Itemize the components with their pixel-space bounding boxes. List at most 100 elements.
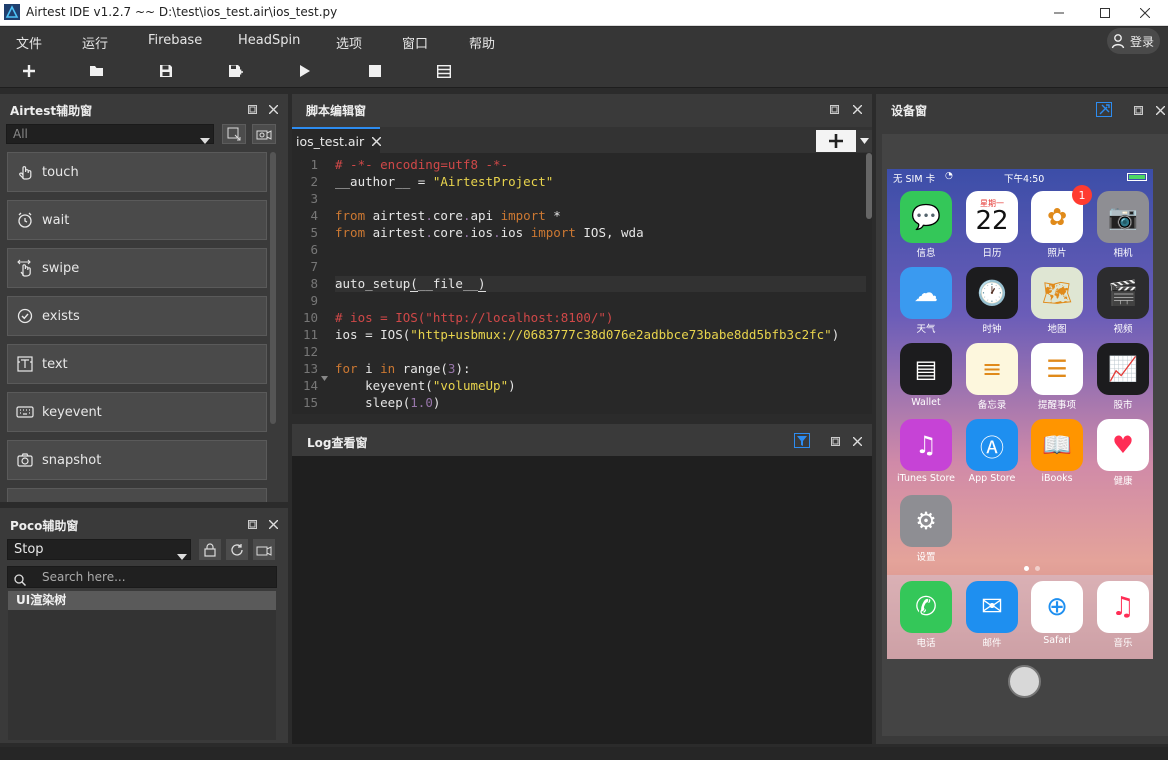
notification-badge: 1 bbox=[1072, 185, 1092, 205]
wifi-icon: ◔ bbox=[945, 171, 953, 181]
app-icon-1[interactable]: 💬 信息 bbox=[897, 191, 955, 259]
airtest-assistant-panel: Airtest辅助窗 All touch wait swipe exists t… bbox=[0, 94, 288, 502]
app-label: 健康 bbox=[1113, 476, 1133, 487]
app-icon-5[interactable]: ☁ 天气 bbox=[897, 267, 955, 335]
code-area[interactable]: 1 # -*- encoding=utf8 -*- 2 __author__ = "A… bbox=[292, 153, 872, 414]
line-number: 13 bbox=[302, 361, 318, 376]
menu-firebase[interactable]: Firebase bbox=[148, 33, 202, 48]
dock-app-4[interactable]: ♫ 音乐 bbox=[1094, 581, 1152, 649]
app-icon-13[interactable]: ♫ iTunes Store bbox=[897, 419, 955, 484]
close-tab-icon[interactable] bbox=[372, 136, 382, 146]
app-label: App Store bbox=[968, 473, 1016, 484]
dock: ✆ 电话 ✉ 邮件 ⊕ Safari ♫ 音乐 bbox=[887, 575, 1153, 659]
airtest-scrollbar[interactable] bbox=[270, 152, 276, 424]
app-icon-2[interactable]: 星期一 22 日历 bbox=[963, 191, 1021, 259]
app-glyph-icon: ≡ bbox=[966, 343, 1018, 395]
device-panel: 设备窗 无 SIM 卡 ◔ 下午4:50 ✆ 电话 ✉ 邮件 ⊕ Safari ♫ 音乐 💬 信… bbox=[876, 94, 1168, 744]
app-icon-6[interactable]: 🕐 时钟 bbox=[963, 267, 1021, 335]
poco-mode-select[interactable]: Stop bbox=[7, 539, 191, 560]
app-icon-10[interactable]: ≡ 备忘录 bbox=[963, 343, 1021, 411]
close-window-button[interactable] bbox=[1122, 0, 1168, 26]
close-panel-icon[interactable] bbox=[267, 103, 279, 115]
menu-window[interactable]: 窗口 bbox=[402, 33, 428, 52]
app-icon-14[interactable]: Ⓐ App Store bbox=[963, 419, 1021, 484]
poco-assistant-panel: Poco辅助窗 Stop Search here... UI渲染树 bbox=[0, 508, 288, 743]
api-label-exists: exists bbox=[42, 308, 80, 324]
api-item-exists[interactable]: exists bbox=[7, 296, 267, 336]
ui-tree-root[interactable]: UI渲染树 bbox=[8, 591, 276, 610]
home-button[interactable] bbox=[1008, 665, 1041, 698]
tab-ios-test[interactable]: ios_test.air bbox=[292, 127, 382, 153]
toolbar bbox=[0, 55, 1168, 88]
float-panel-icon[interactable] bbox=[246, 103, 258, 115]
new-file-button[interactable] bbox=[18, 61, 40, 81]
app-icon-7[interactable]: 🗺 地图 bbox=[1028, 267, 1086, 335]
app-icon-9[interactable]: ▤ Wallet bbox=[897, 343, 955, 408]
app-icon-4[interactable]: 📷 相机 bbox=[1094, 191, 1152, 259]
api-item-snapshot[interactable]: snapshot bbox=[7, 440, 267, 480]
chevron-down-icon[interactable] bbox=[856, 130, 872, 152]
close-panel-icon[interactable] bbox=[267, 518, 279, 530]
log-filter-button[interactable] bbox=[794, 433, 810, 448]
menu-file[interactable]: 文件 bbox=[16, 33, 42, 52]
app-icon-15[interactable]: 📖 iBooks bbox=[1028, 419, 1086, 484]
api-filter-select[interactable]: All bbox=[6, 124, 214, 144]
dock-app-1[interactable]: ✆ 电话 bbox=[897, 581, 955, 649]
touch-hand-icon bbox=[8, 163, 42, 181]
api-item-swipe[interactable]: swipe bbox=[7, 248, 267, 288]
screenshot-region-button[interactable] bbox=[222, 124, 246, 144]
poco-search-input[interactable]: Search here... bbox=[7, 566, 277, 588]
app-icon-12[interactable]: 📈 股市 bbox=[1094, 343, 1152, 411]
dock-app-2[interactable]: ✉ 邮件 bbox=[963, 581, 1021, 649]
app-label: iBooks bbox=[1041, 473, 1073, 484]
app-label: 音乐 bbox=[1113, 638, 1133, 649]
poco-panel-title: Poco辅助窗 bbox=[10, 519, 79, 533]
app-label: 日历 bbox=[982, 248, 1002, 259]
api-item-touch[interactable]: touch bbox=[7, 152, 267, 192]
new-tab-button[interactable] bbox=[816, 130, 872, 152]
app-icon-16[interactable]: ♥ 健康 bbox=[1094, 419, 1152, 487]
app-label: iTunes Store bbox=[897, 473, 955, 484]
app-icon-8[interactable]: 🎬 视频 bbox=[1094, 267, 1152, 335]
device-screen[interactable]: 无 SIM 卡 ◔ 下午4:50 ✆ 电话 ✉ 邮件 ⊕ Safari ♫ 音乐 💬 信息 星期一… bbox=[887, 169, 1153, 659]
api-item-keyevent[interactable]: keyevent bbox=[7, 392, 267, 432]
stop-button[interactable] bbox=[364, 61, 386, 81]
record-button[interactable] bbox=[252, 124, 276, 144]
float-panel-icon[interactable] bbox=[1132, 104, 1144, 116]
code-line: from airtest.core.ios.ios import IOS, wd… bbox=[335, 225, 644, 240]
device-tools-button[interactable] bbox=[1096, 102, 1112, 117]
lock-ui-button[interactable] bbox=[199, 539, 221, 560]
menu-headspin[interactable]: HeadSpin bbox=[238, 33, 300, 48]
open-folder-button[interactable] bbox=[86, 61, 108, 81]
close-panel-icon[interactable] bbox=[1154, 104, 1166, 116]
code-line: ios = IOS("http+usbmux://0683777c38d076e… bbox=[335, 327, 840, 342]
line-number: 6 bbox=[310, 242, 318, 257]
dock-app-3[interactable]: ⊕ Safari bbox=[1028, 581, 1086, 646]
editor-scrollbar[interactable] bbox=[866, 153, 872, 219]
app-icon-17[interactable]: ⚙ 设置 bbox=[897, 495, 955, 563]
api-item-wait[interactable]: wait bbox=[7, 200, 267, 240]
close-panel-icon[interactable] bbox=[851, 435, 863, 447]
api-label-wait: wait bbox=[42, 212, 70, 228]
run-button[interactable] bbox=[294, 61, 316, 81]
app-icon-11[interactable]: ☰ 提醒事项 bbox=[1028, 343, 1086, 411]
app-icon-3[interactable]: 1 ✿ 照片 bbox=[1028, 185, 1092, 259]
float-panel-icon[interactable] bbox=[828, 103, 840, 115]
float-panel-icon[interactable] bbox=[829, 435, 841, 447]
login-button[interactable]: 登录 bbox=[1106, 28, 1160, 54]
menu-help[interactable]: 帮助 bbox=[469, 33, 495, 52]
plus-icon bbox=[816, 134, 856, 148]
float-panel-icon[interactable] bbox=[246, 518, 258, 530]
menu-run[interactable]: 运行 bbox=[82, 33, 108, 52]
menu-options[interactable]: 选项 bbox=[336, 33, 362, 52]
api-item-partial[interactable] bbox=[7, 488, 267, 502]
refresh-tree-button[interactable] bbox=[226, 539, 248, 560]
save-as-button[interactable] bbox=[224, 61, 246, 81]
api-item-text[interactable]: text bbox=[7, 344, 267, 384]
fold-arrow-icon[interactable] bbox=[321, 366, 328, 385]
view-report-button[interactable] bbox=[433, 61, 455, 81]
poco-record-button[interactable] bbox=[253, 539, 275, 560]
minimize-button[interactable] bbox=[1036, 0, 1082, 26]
save-button[interactable] bbox=[155, 61, 177, 81]
close-panel-icon[interactable] bbox=[851, 103, 863, 115]
